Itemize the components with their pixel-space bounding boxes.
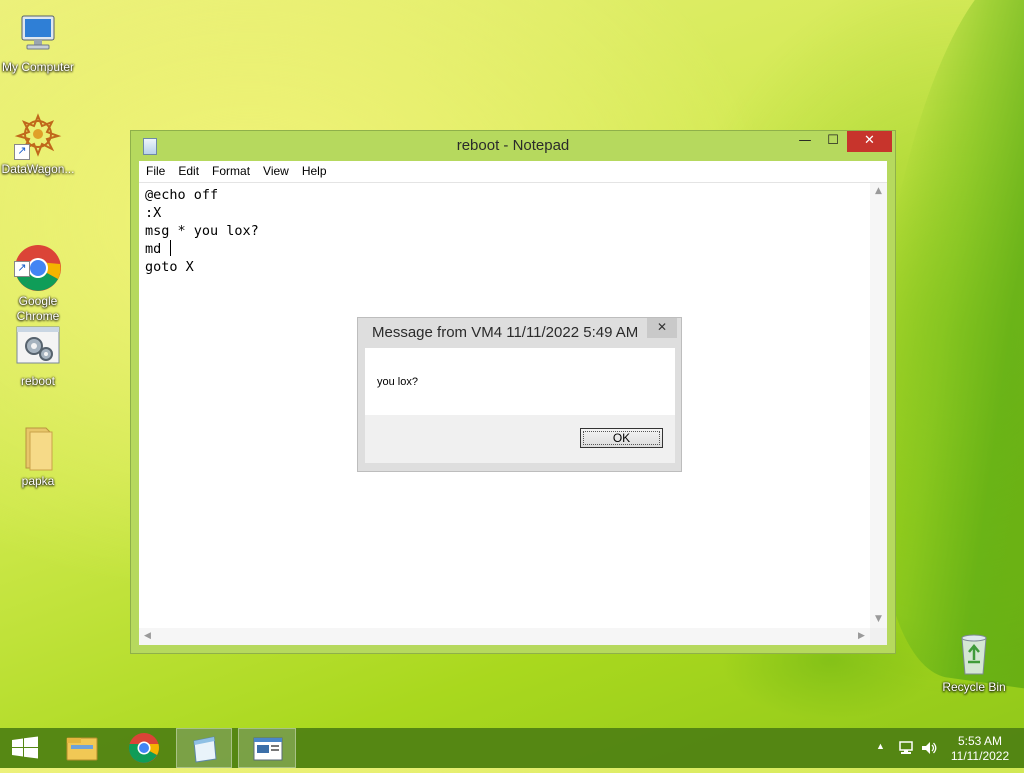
scroll-up-icon[interactable]: ▲ [870,183,887,200]
taskbar-chrome[interactable] [116,728,172,768]
volume-icon[interactable] [920,740,938,756]
minimize-icon: — [798,133,812,148]
start-icon [12,736,38,759]
dialog-message: you lox? [377,376,418,388]
clock-date: 11/11/2022 [950,749,1010,763]
system-clock[interactable]: 5:53 AM 11/11/2022 [944,734,1016,764]
shortcut-arrow-icon: ↗ [14,144,30,160]
dialog-title: Message from VM4 11/11/2022 5:49 AM [372,324,639,341]
chrome-icon [128,733,159,763]
desktop-icon-label: DataWagon... [1,162,75,176]
dialog-footer: OK [365,415,675,463]
desktop-icon-label: reboot [20,374,56,388]
menu-file[interactable]: File [139,161,171,178]
text-caret [170,240,172,256]
file-explorer-icon [66,737,98,761]
editor-content[interactable]: @echo off :X msg * you lox? md goto X [145,186,259,276]
recycle-bin-icon [950,630,998,678]
scroll-right-icon[interactable]: ▶ [853,628,870,645]
desktop-icon-datawagon[interactable]: ↗ DataWagon... [0,112,76,177]
text-line-content: md [145,241,170,257]
notepad-icon [193,736,217,763]
system-tray: ▲ [874,728,944,768]
window-title: reboot - Notepad [456,137,570,154]
menu-edit[interactable]: Edit [171,161,205,178]
dialog-close-button[interactable]: ✕ [647,318,677,338]
desktop-icon-label: Recycle Bin [942,680,1006,694]
desktop-icon-label: My Computer [1,60,75,74]
message-dialog[interactable]: Message from VM4 11/11/2022 5:49 AM ✕ yo… [357,317,682,472]
ok-button[interactable]: OK [580,428,663,448]
text-line: :X [145,205,162,221]
close-button[interactable]: ✕ [847,131,892,152]
close-icon: ✕ [864,133,875,148]
show-hidden-icons-icon[interactable]: ▲ [876,741,885,751]
chrome-icon: ↗ [14,229,62,291]
vertical-scrollbar[interactable]: ▲ ▼ [870,183,887,628]
menu-bar: File Edit Format View Help [139,161,887,183]
notepad-titlebar[interactable]: reboot - Notepad — ☐ ✕ [131,131,895,161]
maximize-button[interactable]: ☐ [819,131,847,152]
text-line: md [145,240,259,258]
menu-help[interactable]: Help [295,161,333,178]
scroll-down-icon[interactable]: ▼ [870,611,887,628]
desktop-icon-recycle-bin[interactable]: Recycle Bin [936,630,1012,695]
taskbar-file-explorer[interactable] [56,728,110,768]
clock-time: 5:53 AM [957,734,1003,748]
text-line: msg * you lox? [145,223,259,239]
shortcut-arrow-icon: ↗ [14,261,30,277]
batch-file-icon [14,324,62,372]
desktop-icon-label: papka [21,474,55,488]
desktop-icon-label: Google Chrome [16,294,60,323]
menu-view[interactable]: View [256,161,295,178]
taskbar-notepad[interactable] [176,728,232,768]
taskbar: ▲ 5:53 AM 11/11/2022 [0,728,1024,768]
start-button[interactable] [0,728,56,768]
text-line: goto X [145,259,194,275]
computer-icon [14,10,62,58]
menu-format[interactable]: Format [205,161,256,178]
size-grip[interactable] [870,628,887,645]
text-line: @echo off [145,187,219,203]
taskbar-message-window[interactable] [238,728,296,768]
desktop-icon-reboot[interactable]: reboot [0,324,76,389]
network-icon[interactable] [898,740,914,756]
dialog-body: you lox? [365,348,675,415]
desktop-icon-google-chrome[interactable]: ↗ Google Chrome [0,214,76,339]
minimize-button[interactable]: — [791,131,819,152]
maximize-icon: ☐ [827,133,839,148]
desktop-icon-my-computer[interactable]: My Computer [0,10,76,75]
horizontal-scrollbar[interactable]: ◀ ▶ [139,628,870,645]
desktop-icon-papka[interactable]: papka [0,424,76,489]
folder-icon [14,424,62,472]
message-window-icon [253,737,283,761]
scroll-left-icon[interactable]: ◀ [139,628,156,645]
datawagon-icon: ↗ [14,112,62,160]
close-icon: ✕ [656,320,668,334]
